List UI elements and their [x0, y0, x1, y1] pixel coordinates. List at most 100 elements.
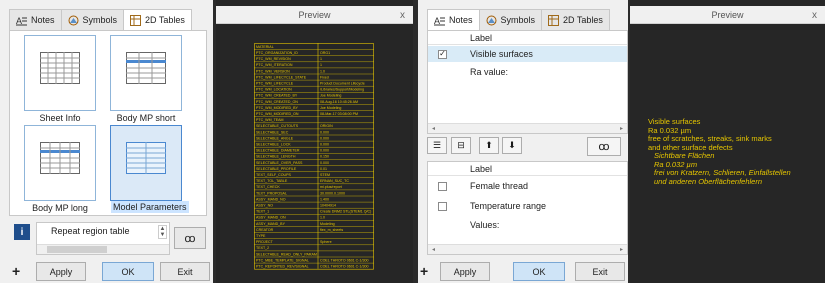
thumbnail-body-mp-short[interactable] [110, 35, 182, 111]
table-cell: PROJECT [256, 240, 274, 244]
plus-icon[interactable]: + [12, 263, 20, 279]
table-cell: 0.000 [320, 130, 329, 134]
table-cell: 0.150 [320, 155, 329, 159]
table-cell: SELECTABLE_LOCK [256, 143, 291, 147]
tables-icon [548, 14, 560, 26]
preview-title-bar: Preview x [630, 6, 825, 24]
table-cell: STEM [320, 173, 330, 177]
preview-title: Preview [298, 9, 331, 20]
list-item-label: Temperature range [470, 201, 547, 211]
move-up-button[interactable]: ⬆ [479, 137, 499, 154]
thumbnail-label: Body MP long [32, 203, 88, 213]
move-down-button[interactable]: ⬇ [502, 137, 522, 154]
thumbnail-body-mp-long[interactable] [24, 125, 96, 201]
preview-title: Preview [711, 9, 744, 20]
tab-symbols[interactable]: Symbols [60, 9, 125, 30]
list-item-selected[interactable]: ✓ Visible surfaces [428, 46, 627, 62]
horizontal-scrollbar[interactable]: ◂ ▸ [428, 123, 627, 133]
spinner-icon[interactable]: ▲ ▼ [158, 225, 167, 239]
tab-label: Symbols [82, 15, 118, 25]
close-icon[interactable]: x [812, 6, 817, 24]
table-cell: TEXT_2 [256, 246, 269, 250]
tab-notes[interactable]: A Notes [427, 9, 480, 30]
tab-2d-tables[interactable]: 2D Tables [123, 9, 192, 30]
list-button[interactable]: ☰ [427, 137, 447, 154]
table-cell: PTC_REPORTED_REV/SIGNAL [256, 265, 309, 269]
table-cell: Modeling [320, 222, 335, 226]
table-cell: mi.plus/report [320, 185, 342, 189]
table-cell: PTC_MBE_TEMPLATE_SIGNAL [256, 258, 309, 262]
column-header-label: Label [428, 31, 627, 45]
close-icon[interactable]: x [400, 6, 405, 24]
table-cell: MATERIAL [256, 45, 274, 49]
table-cell: 1 [320, 63, 322, 67]
plus-icon[interactable]: + [420, 263, 428, 279]
indent-button[interactable]: ⊟ [451, 137, 471, 154]
table-cell: COEL THROTO 0601 C-1/300 [320, 265, 368, 269]
indent-icon: ⊟ [457, 140, 465, 150]
table-cell: SELECTABLE_SEC [256, 130, 289, 134]
table-cell: PTC_WM_VERSION [256, 69, 290, 73]
glasses-icon: ꝏ [598, 141, 610, 153]
table-cell: TEXT_SELF_COUPS [256, 173, 292, 177]
table-cell: flex_m_sheets [320, 228, 343, 232]
table-cell: SELECTABLE_DIAMETER [256, 149, 300, 153]
table-cell: SELECTABLE_ANGLE [256, 136, 294, 140]
glasses-icon: ꝏ [184, 232, 196, 245]
table-cell: SELECTABLE_PROFILE [256, 167, 297, 171]
table-preview-icon [126, 52, 166, 84]
tab-2d-tables[interactable]: 2D Tables [541, 9, 610, 30]
table-cell: Fixed [320, 75, 329, 79]
apply-button[interactable]: Apply [440, 262, 490, 281]
preview-glasses-button[interactable]: ꝏ [174, 227, 206, 249]
table-cell: SELECTABLE_CUTOUTS [256, 124, 299, 128]
table-cell: /Libraries/Support/Modeling [320, 88, 364, 92]
table-cell: Create DNM2 STL(STEM1 Q/C) [320, 210, 371, 214]
tab-label: 2D Tables [563, 15, 603, 25]
list-item[interactable]: Temperature range [428, 198, 627, 214]
table-cell: 08-Aug-16 10:45:26 AM [320, 100, 358, 104]
table-cell: Product Document Lifecycle [320, 82, 365, 86]
table-cell: TEXT_TOL_TABLE [256, 179, 288, 183]
table-cell: PTC_WM_LOCATION [256, 88, 292, 92]
checkbox[interactable] [438, 201, 447, 211]
list-item[interactable]: Values: [428, 217, 627, 233]
column-header-label: Label [428, 162, 627, 176]
table-cell: TYPE [256, 234, 266, 238]
list-item[interactable]: Female thread [428, 178, 627, 194]
table-cell: 1.400 [320, 197, 329, 201]
exit-button[interactable]: Exit [160, 262, 210, 281]
ok-button[interactable]: OK [513, 262, 565, 281]
tab-notes[interactable]: A Notes [9, 9, 62, 30]
table-cell: 0.01 [320, 167, 327, 171]
tab-symbols[interactable]: Symbols [478, 9, 543, 30]
table-cell: CREATOR [256, 228, 274, 232]
table-cell: ERNAN_SUC_TC [320, 179, 349, 183]
table-gallery: Sheet Info Body MP short Body MP long Mo… [9, 30, 207, 216]
checkbox[interactable] [438, 181, 447, 191]
table-cell: PTC_WM_CREATED_BY [256, 94, 298, 98]
exit-button[interactable]: Exit [575, 262, 625, 281]
info-icon[interactable]: i [14, 224, 30, 240]
table-cell: SELECTABLE_LENGTH [256, 155, 296, 159]
parameter-table-preview: MATERIAL PTC_ORGANIZATION_ID ORG1 PTC_WM_RE… [254, 43, 374, 270]
ok-button[interactable]: OK [102, 262, 154, 281]
table-cell: 30.0000.0.1000 [320, 191, 345, 195]
checkbox-checked[interactable]: ✓ [438, 49, 447, 59]
table-cell: ASSY_MAND_NO [256, 197, 286, 201]
arrow-up-icon: ⬆ [485, 140, 493, 150]
list-item[interactable]: Ra value: [428, 64, 627, 80]
horizontal-scrollbar[interactable] [37, 244, 169, 254]
notes-grid-bottom: Label Female thread Temperature range Va… [427, 161, 628, 255]
thumbnail-model-parameters[interactable] [110, 125, 182, 201]
table-cell: ASSY_MAND_BY [256, 222, 286, 226]
horizontal-scrollbar[interactable]: ◂ ▸ [428, 244, 627, 254]
tab-label: Notes [449, 15, 473, 25]
note-preview-text: Visible surfaces Ra 0.032 µm free of scrat… [648, 117, 791, 186]
apply-button[interactable]: Apply [36, 262, 86, 281]
symbols-icon [68, 15, 79, 26]
table-cell: TEXT_PROPOSAL [256, 191, 287, 195]
thumbnail-sheet-info[interactable] [24, 35, 96, 111]
table-cell: PTC_WM_LIFECYCLE_STATE [256, 75, 307, 79]
preview-glasses-button[interactable]: ꝏ [587, 137, 621, 156]
